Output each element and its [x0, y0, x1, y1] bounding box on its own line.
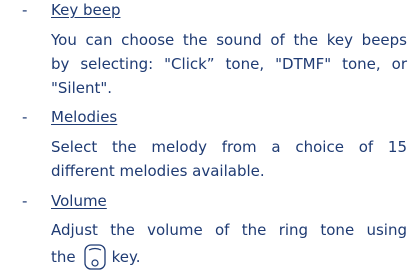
- item-title-melodies: Melodies: [51, 108, 118, 126]
- item-text-line: You can choose the sound of the key beep…: [51, 31, 407, 49]
- bullet-dash: -: [22, 1, 28, 19]
- item-text-line-with-icon: the key.: [51, 244, 407, 275]
- item-text-line: "Silent".: [51, 79, 113, 97]
- bullet-dash: -: [22, 108, 28, 126]
- item-title-key-beep: Key beep: [51, 1, 121, 19]
- item-text-fragment: the: [51, 248, 76, 266]
- item-text-line: by selecting: "Click” tone, "DTMF" tone,…: [51, 55, 407, 73]
- item-title-volume: Volume: [51, 192, 107, 210]
- item-text-line: Adjust the volume of the ring tone using: [51, 221, 407, 239]
- document-page: - Key beep You can choose the sound of t…: [0, 0, 416, 273]
- item-text-line: Select the melody from a choice of 15: [51, 138, 407, 156]
- navigation-key-icon: [83, 244, 106, 275]
- item-text-line: different melodies available.: [51, 162, 265, 180]
- bullet-dash: -: [22, 192, 28, 210]
- item-text-fragment: key.: [111, 248, 141, 266]
